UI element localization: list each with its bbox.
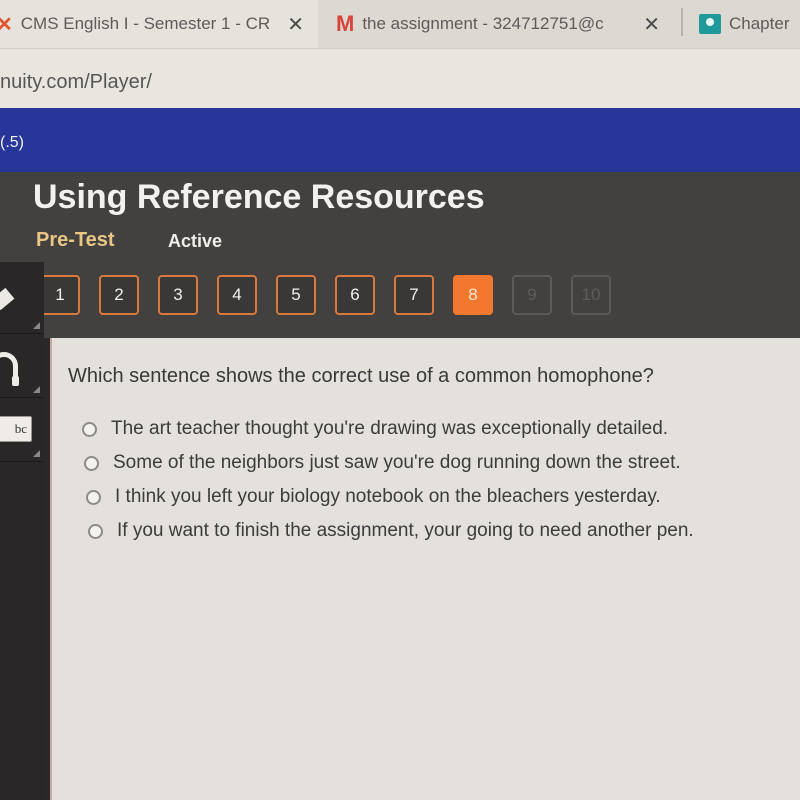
close-tab-icon[interactable]: ✕ <box>643 12 660 37</box>
question-prompt: Which sentence shows the correct use of … <box>68 365 654 387</box>
dictionary-tool-button[interactable]: bc <box>0 398 44 462</box>
tab-title: the assignment - 324712751@c <box>362 14 604 33</box>
question-button-9-locked: 9 <box>512 275 552 315</box>
answer-option[interactable]: The art teacher thought you're drawing w… <box>82 412 694 446</box>
radio-button[interactable] <box>82 421 97 437</box>
google-classroom-icon <box>699 14 721 34</box>
question-panel: Which sentence shows the correct use of … <box>50 338 800 800</box>
expand-corner-icon <box>33 322 40 329</box>
pencil-tool-button[interactable] <box>0 270 44 334</box>
question-button-4[interactable]: 4 <box>217 275 257 315</box>
pencil-icon <box>0 287 15 311</box>
question-navigation: 1 2 3 4 5 6 7 8 9 10 <box>40 275 611 315</box>
radio-button[interactable] <box>88 523 103 539</box>
answer-text: I think you left your biology notebook o… <box>115 486 661 507</box>
expand-corner-icon <box>33 386 40 393</box>
answer-option[interactable]: I think you left your biology notebook o… <box>82 480 694 514</box>
course-score: (.5) <box>0 134 24 151</box>
question-button-7[interactable]: 7 <box>394 275 434 315</box>
gmail-icon: M <box>336 11 355 36</box>
answer-text: The art teacher thought you're drawing w… <box>111 418 669 439</box>
tab-cms-english[interactable]: ✕ CMS English I - Semester 1 - CR ✕ <box>0 0 318 48</box>
close-tab-icon[interactable]: ✕ <box>287 12 304 37</box>
edgenuity-icon: ✕ <box>0 13 13 36</box>
tab-gmail[interactable]: M the assignment - 324712751@c ✕ <box>322 0 674 48</box>
url-text[interactable]: nuity.com/Player/ <box>0 71 152 94</box>
radio-button[interactable] <box>84 455 99 471</box>
headphones-icon <box>0 352 19 386</box>
activity-header: Using Reference Resources Pre-Test Activ… <box>0 172 800 338</box>
answer-options: The art teacher thought you're drawing w… <box>82 412 694 548</box>
question-button-8-current[interactable]: 8 <box>453 275 493 315</box>
radio-button[interactable] <box>86 489 101 505</box>
address-bar[interactable]: nuity.com/Player/ <box>0 48 800 108</box>
answer-text: Some of the neighbors just saw you're do… <box>113 452 681 473</box>
activity-type: Pre-Test <box>36 229 115 251</box>
activity-title: Using Reference Resources <box>33 178 485 216</box>
question-button-5[interactable]: 5 <box>276 275 316 315</box>
tool-rail: bc <box>0 262 44 800</box>
question-button-6[interactable]: 6 <box>335 275 375 315</box>
question-button-2[interactable]: 2 <box>99 275 139 315</box>
dictionary-icon: bc <box>0 416 32 442</box>
tab-separator <box>681 8 683 36</box>
browser-tab-strip: ✕ CMS English I - Semester 1 - CR ✕ M th… <box>0 0 800 48</box>
tab-classroom[interactable]: Chapter <box>685 0 800 48</box>
expand-corner-icon <box>33 450 40 457</box>
answer-text: If you want to finish the assignment, yo… <box>117 520 694 541</box>
audio-tool-button[interactable] <box>0 334 44 398</box>
question-button-3[interactable]: 3 <box>158 275 198 315</box>
question-button-10-locked: 10 <box>571 275 611 315</box>
tab-title: CMS English I - Semester 1 - CR <box>20 14 271 33</box>
question-button-1[interactable]: 1 <box>40 275 80 315</box>
answer-option[interactable]: Some of the neighbors just saw you're do… <box>82 446 694 480</box>
course-header: (.5) <box>0 108 800 172</box>
answer-option[interactable]: If you want to finish the assignment, yo… <box>82 514 694 548</box>
activity-status: Active <box>168 231 223 251</box>
tab-title: Chapter <box>729 14 790 33</box>
